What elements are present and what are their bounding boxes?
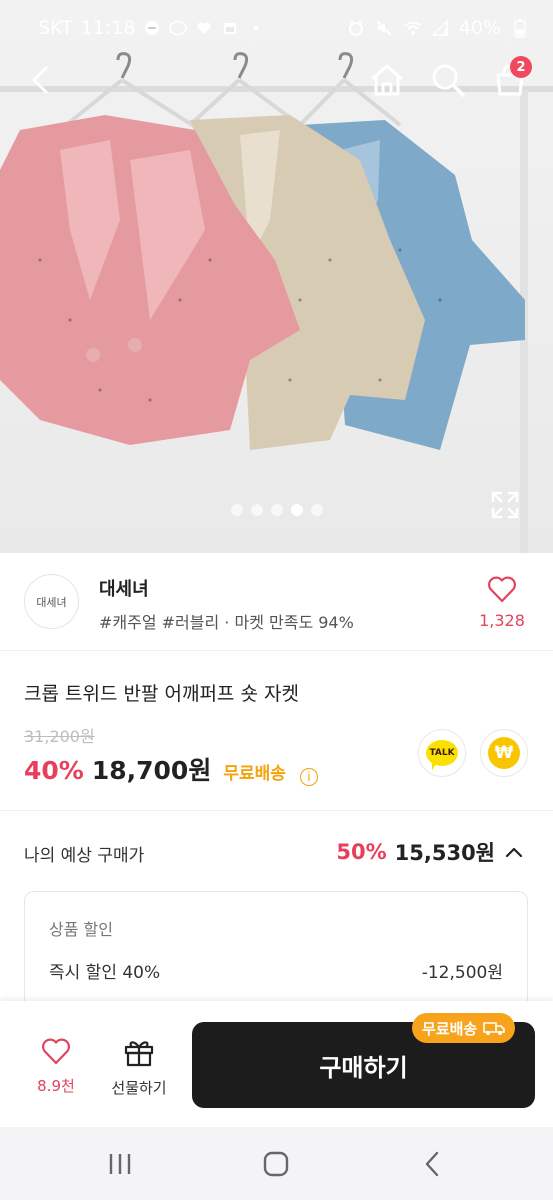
calendar-notification-icon [221, 19, 239, 37]
more-notifications-icon [247, 19, 265, 37]
instant-discount-label: 즉시 할인 40% [49, 963, 161, 983]
discount-rate: 40% [24, 756, 84, 785]
seller-avatar-text: 대세녀 [36, 595, 67, 609]
expected-price-toggle[interactable]: 50% 15,530원 [336, 837, 525, 867]
discount-header: 상품 할인 [49, 920, 113, 939]
mute-icon [375, 19, 393, 37]
alarm-icon [347, 19, 365, 37]
expected-price: 15,530원 [394, 841, 495, 865]
sale-price: 18,700원 [91, 756, 212, 785]
gift-label: 선물하기 [111, 1079, 167, 1097]
gallery-dot[interactable] [230, 504, 243, 516]
back-arrow-icon [32, 66, 48, 94]
heart-notification-icon [195, 19, 213, 37]
gallery-pagination [0, 504, 553, 516]
instant-discount-value: -12,500원 [421, 963, 503, 983]
wish-button[interactable]: 8.9천 [24, 1037, 88, 1096]
expected-price-label: 나의 예상 구매가 [24, 846, 145, 866]
kakao-talk-button[interactable]: TALK [418, 729, 466, 777]
expected-rate: 50% [336, 840, 387, 864]
price-row: 40% 18,700원 무료배송 i [24, 751, 318, 787]
price-offer-button[interactable]: ₩ [480, 729, 528, 777]
talk-icon: TALK [426, 740, 458, 771]
top-navigation: 2 [0, 56, 553, 106]
system-navigation-bar [0, 1127, 553, 1200]
gallery-dot-active[interactable] [290, 504, 303, 516]
chevron-up-icon [505, 847, 523, 858]
purchase-bar: 8.9천 선물하기 무료배송 구매하기 [0, 1001, 553, 1127]
product-info: 크롭 트위드 반팔 어깨퍼프 숏 자켓 31,200원 40% 18,700원 … [0, 651, 553, 811]
seller-tags: #캐주얼 #러블리 · 마켓 만족도 94% [99, 613, 354, 632]
search-icon [432, 64, 465, 97]
fullscreen-icon [491, 491, 519, 519]
expected-price-section: 나의 예상 구매가 50% 15,530원 상품 할인 즉시 할인 40% -1… [0, 811, 553, 1021]
seller-like-button[interactable]: 1,328 [477, 575, 527, 630]
gallery-dot[interactable] [250, 504, 263, 516]
product-title: 크롭 트위드 반팔 어깨퍼프 숏 자켓 [24, 683, 299, 705]
cart-button[interactable]: 2 [486, 56, 534, 104]
back-system-button[interactable] [412, 1149, 452, 1179]
seller-like-count: 1,328 [479, 611, 525, 630]
home-icon [371, 64, 403, 96]
wish-count: 8.9천 [37, 1077, 75, 1095]
back-chevron-icon [425, 1151, 439, 1177]
expand-image-button[interactable] [490, 490, 520, 520]
free-shipping-label: 무료배송 [223, 764, 286, 784]
gift-icon [124, 1041, 154, 1067]
battery-icon [511, 19, 529, 38]
truck-icon [483, 1022, 506, 1035]
heart-outline-icon [488, 576, 516, 603]
original-price: 31,200원 [24, 727, 95, 746]
seller-avatar[interactable]: 대세녀 [24, 574, 79, 629]
gift-button[interactable]: 선물하기 [106, 1037, 172, 1098]
signal-icon [430, 19, 449, 37]
home-system-button[interactable] [256, 1149, 296, 1179]
back-button[interactable] [16, 56, 64, 104]
battery-text: 40% [458, 17, 501, 39]
recent-apps-icon [109, 1154, 131, 1174]
product-image-gallery[interactable]: SKT 11:18 40% 2 [0, 0, 553, 553]
info-icon[interactable]: i [299, 768, 318, 786]
heart-outline-icon [42, 1038, 70, 1065]
home-button[interactable] [363, 56, 411, 104]
seller-name[interactable]: 대세녀 [99, 575, 149, 601]
cart-count-badge: 2 [510, 56, 532, 78]
wifi-icon [403, 19, 421, 37]
dnd-icon [143, 19, 161, 37]
gallery-dot[interactable] [310, 504, 323, 516]
gallery-dot[interactable] [270, 504, 283, 516]
talk-notification-icon [169, 19, 188, 37]
free-shipping-tag-text: 무료배송 [422, 1019, 478, 1038]
status-bar: SKT 11:18 40% [0, 0, 553, 56]
carrier-text: SKT [38, 17, 73, 39]
recent-apps-button[interactable] [100, 1149, 140, 1179]
free-shipping-tag: 무료배송 [412, 1013, 516, 1043]
won-icon: ₩ [488, 737, 520, 769]
home-circle-icon [263, 1151, 289, 1177]
search-button[interactable] [424, 56, 472, 104]
seller-info[interactable]: 대세녀 대세녀 #캐주얼 #러블리 · 마켓 만족도 94% 1,328 [0, 553, 553, 651]
clock-text: 11:18 [80, 17, 136, 39]
